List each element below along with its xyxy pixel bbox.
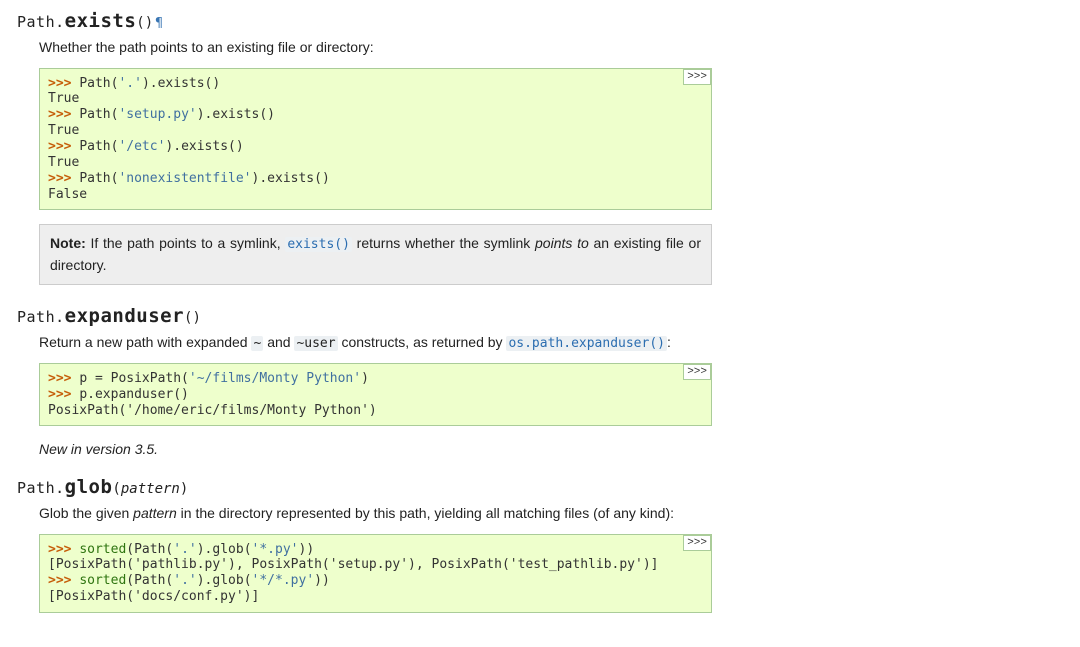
close-paren: ) (180, 481, 188, 497)
class-name: Path. (17, 479, 65, 497)
method-name: expanduser (65, 305, 184, 327)
xref-expanduser[interactable]: os.path.expanduser() (506, 334, 667, 350)
signature-exists: Path.exists()¶ (17, 8, 712, 34)
class-name: Path. (17, 13, 65, 31)
toggle-prompts-button[interactable]: >>> (683, 535, 711, 551)
desc-text: Return a new path with expanded ~ and ~u… (39, 333, 712, 353)
code-block-glob: >>> >>> sorted(Path('.').glob('*.py')) [… (39, 534, 712, 613)
toggle-prompts-button[interactable]: >>> (683, 69, 711, 85)
param-pattern: pattern (121, 481, 180, 497)
desc-text: Whether the path points to an existing f… (39, 38, 712, 58)
note-title: Note: (50, 235, 86, 251)
em-pattern: pattern (133, 505, 177, 521)
code-block-exists: >>> >>> Path('.').exists() True >>> Path… (39, 68, 712, 211)
doc-content: Path.exists()¶ Whether the path points t… (17, 8, 712, 613)
method-exists: Path.exists()¶ Whether the path points t… (17, 8, 712, 285)
close-paren: ) (192, 310, 200, 326)
note-box: Note: If the path points to a symlink, e… (39, 224, 712, 284)
literal-tildeuser: ~user (294, 336, 337, 351)
close-paren: ) (145, 15, 153, 31)
note-text: If the path points to a symlink, (86, 235, 286, 251)
open-paren: ( (136, 15, 144, 31)
method-name: glob (65, 476, 113, 498)
open-paren: ( (112, 481, 120, 497)
code: >>> Path('.').exists() True >>> Path('se… (39, 68, 712, 211)
method-expanduser: Path.expanduser() Return a new path with… (17, 303, 712, 460)
code-block-expanduser: >>> >>> p = PosixPath('~/films/Monty Pyt… (39, 363, 712, 427)
note-em: points to (535, 235, 589, 251)
code: >>> p = PosixPath('~/films/Monty Python'… (39, 363, 712, 427)
toggle-prompts-button[interactable]: >>> (683, 364, 711, 380)
signature-glob: Path.glob(pattern) (17, 474, 712, 500)
method-glob: Path.glob(pattern) Glob the given patter… (17, 474, 712, 613)
class-name: Path. (17, 308, 65, 326)
note-text: returns whether the symlink (352, 235, 535, 251)
code: >>> sorted(Path('.').glob('*.py')) [Posi… (39, 534, 712, 613)
xref-exists[interactable]: exists() (285, 235, 352, 251)
literal-tilde: ~ (251, 336, 263, 351)
desc-text: Glob the given pattern in the directory … (39, 504, 712, 524)
permalink-icon[interactable]: ¶ (153, 16, 163, 31)
version-added: New in version 3.5. (39, 440, 712, 460)
signature-expanduser: Path.expanduser() (17, 303, 712, 329)
method-name: exists (65, 10, 137, 32)
